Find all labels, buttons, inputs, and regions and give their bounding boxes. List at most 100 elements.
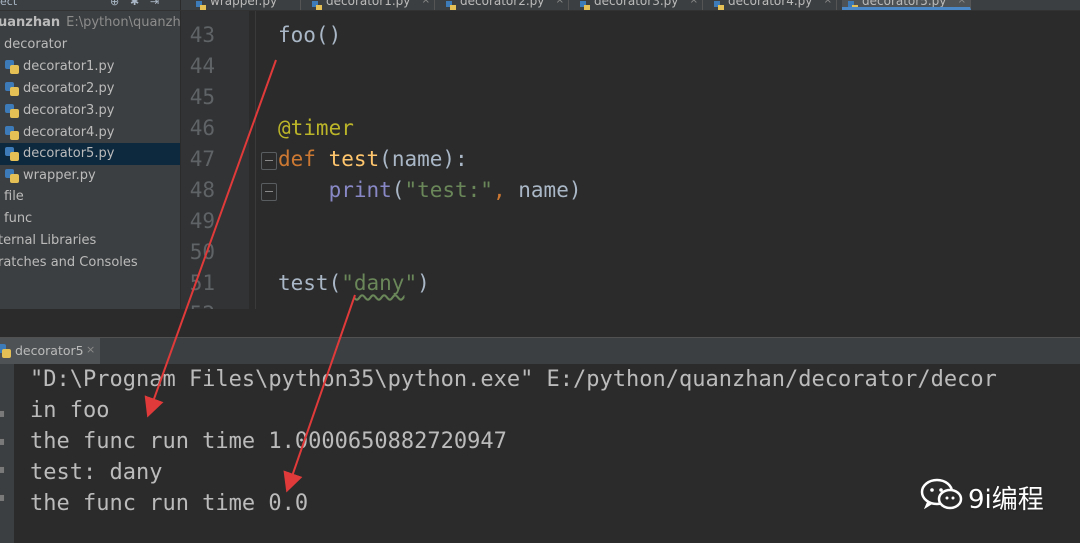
tab-decorator3-py[interactable]: decorator3.py × (574, 0, 703, 10)
tree-item-file-folder[interactable]: file (0, 186, 180, 208)
line-number: 44 (189, 54, 215, 78)
project-header-label: ect (0, 0, 18, 8)
watermark: 9i编程 (920, 477, 1044, 515)
project-root-name: uanzhan (0, 15, 61, 30)
console-line: "D:\Prognam Files\python35\python.exe" E… (30, 367, 997, 392)
line-number: 49 (189, 209, 215, 233)
run-tool-window-header: decorator5 × (0, 337, 1080, 365)
close-tab-icon[interactable]: × (690, 0, 698, 6)
code-line-47: def test(name): (278, 147, 468, 171)
tree-item-func-folder[interactable]: func (0, 208, 180, 230)
line-number: 43 (189, 23, 215, 47)
console-line: test: dany (30, 460, 163, 485)
tree-item-label: decorator (4, 37, 68, 52)
project-root-path: E:\python\quanzhan (66, 15, 180, 30)
python-file-icon (5, 82, 19, 96)
tab-decorator2-py[interactable]: decorator2.py × (440, 0, 569, 10)
console-line: in foo (30, 398, 110, 423)
code-text: ( (391, 178, 405, 202)
python-file-icon (312, 0, 322, 10)
run-tab-decorator5[interactable]: decorator5 × (0, 338, 100, 364)
fold-toggle-icon[interactable] (261, 183, 277, 201)
tree-item-label: decorator2.py (23, 81, 115, 96)
stop-icon[interactable]: ▪ (0, 434, 5, 448)
tree-item-label: file (4, 189, 24, 204)
tree-item-decorator5[interactable]: decorator5.py (0, 143, 180, 165)
fold-toggle-icon[interactable] (261, 152, 277, 170)
tree-item-decorator-folder[interactable]: decorator (0, 34, 180, 56)
tab-decorator4-py[interactable]: decorator4.py × (708, 0, 837, 10)
editor-tab-bar: ect ⊕ ✱ ⇥ wrapper.py decorator1.py × dec… (0, 0, 1080, 11)
line-number: 47 (189, 147, 215, 171)
run-console-output[interactable]: "D:\Prognam Files\python35\python.exe" E… (14, 364, 1080, 543)
python-file-icon (5, 126, 19, 140)
python-file-icon (848, 0, 858, 7)
line-number: 46 (189, 116, 215, 140)
tree-item-label: decorator4.py (23, 125, 115, 140)
tree-item-scratches[interactable]: ratches and Consoles (0, 252, 180, 274)
tab-label: decorator3.py (594, 0, 679, 8)
run-tab-label: decorator5 (15, 343, 84, 358)
console-line: the func run time 1.0000650882720947 (30, 429, 507, 454)
tree-item-decorator3[interactable]: decorator3.py (0, 100, 180, 122)
code-text: name) (518, 178, 582, 202)
tab-label: decorator4.py (728, 0, 813, 8)
python-file-icon (5, 147, 19, 161)
decorator-token: @timer (278, 116, 354, 140)
close-tab-icon[interactable]: × (556, 0, 564, 6)
scroll-icon[interactable]: ▪ (0, 462, 5, 476)
close-tab-icon[interactable]: × (824, 0, 832, 6)
python-file-icon (5, 104, 19, 118)
wrap-icon[interactable]: ▪ (0, 490, 5, 504)
project-toolbar: ect ⊕ ✱ ⇥ (0, 0, 181, 10)
code-line-46: @timer (278, 116, 354, 140)
python-file-icon (196, 0, 206, 10)
tree-item-label: decorator3.py (23, 103, 115, 118)
tree-item-label: ratches and Consoles (0, 255, 138, 270)
keyword-token: def (278, 147, 316, 171)
python-file-icon (0, 344, 11, 358)
builtin-token: print (328, 178, 392, 202)
close-tab-icon[interactable]: × (422, 0, 430, 6)
tree-item-label: func (4, 211, 33, 226)
comma-token: , (492, 178, 519, 202)
function-name-token: test (328, 147, 380, 171)
python-file-icon (5, 169, 19, 183)
close-run-tab-icon[interactable]: × (86, 343, 95, 356)
string-token: "test:" (404, 178, 493, 202)
tree-item-external-libraries[interactable]: ternal Libraries (0, 230, 180, 252)
tab-label: decorator5.py (862, 0, 947, 8)
tree-item-project-root[interactable]: uanzhan E:\python\quanzhan (0, 12, 180, 34)
tab-label: decorator2.py (460, 0, 545, 8)
close-tab-icon[interactable]: × (958, 0, 966, 6)
tab-wrapper-py[interactable]: wrapper.py (190, 0, 301, 10)
gutter-divider (255, 11, 256, 309)
code-text: (name): (379, 147, 468, 171)
code-text: ) (417, 271, 430, 295)
settings-gear-icon[interactable]: ✱ (130, 0, 139, 8)
rerun-icon[interactable]: ▪ (0, 406, 5, 420)
tab-decorator5-py[interactable]: decorator5.py × (842, 0, 971, 10)
hide-panel-icon[interactable]: ⇥ (150, 0, 159, 8)
tree-item-decorator2[interactable]: decorator2.py (0, 78, 180, 100)
string-token: " (341, 271, 354, 295)
panel-splitter[interactable] (0, 309, 1080, 337)
tree-item-decorator1[interactable]: decorator1.py (0, 56, 180, 78)
wechat-icon (920, 478, 963, 510)
line-number: 48 (189, 178, 215, 202)
tree-item-decorator4[interactable]: decorator4.py (0, 122, 180, 144)
tree-item-label: ternal Libraries (0, 233, 97, 248)
code-editor[interactable]: 43 44 45 46 47 48 49 50 51 52 foo() @tim… (181, 11, 1080, 309)
run-side-toolbar: ▪ ▪ ▪ ▪ (0, 364, 14, 543)
tree-item-wrapper[interactable]: wrapper.py (0, 165, 180, 187)
line-number: 45 (189, 85, 215, 109)
collapse-icon[interactable]: ⊕ (110, 0, 119, 8)
tab-decorator1-py[interactable]: decorator1.py × (306, 0, 435, 10)
tab-label: wrapper.py (210, 0, 278, 8)
code-line-51: test("dany") (278, 271, 430, 295)
console-line: the func run time 0.0 (30, 491, 309, 516)
string-token: " (404, 271, 418, 295)
code-text: test( (278, 271, 342, 295)
spellcheck-string-token: dany (353, 271, 405, 295)
